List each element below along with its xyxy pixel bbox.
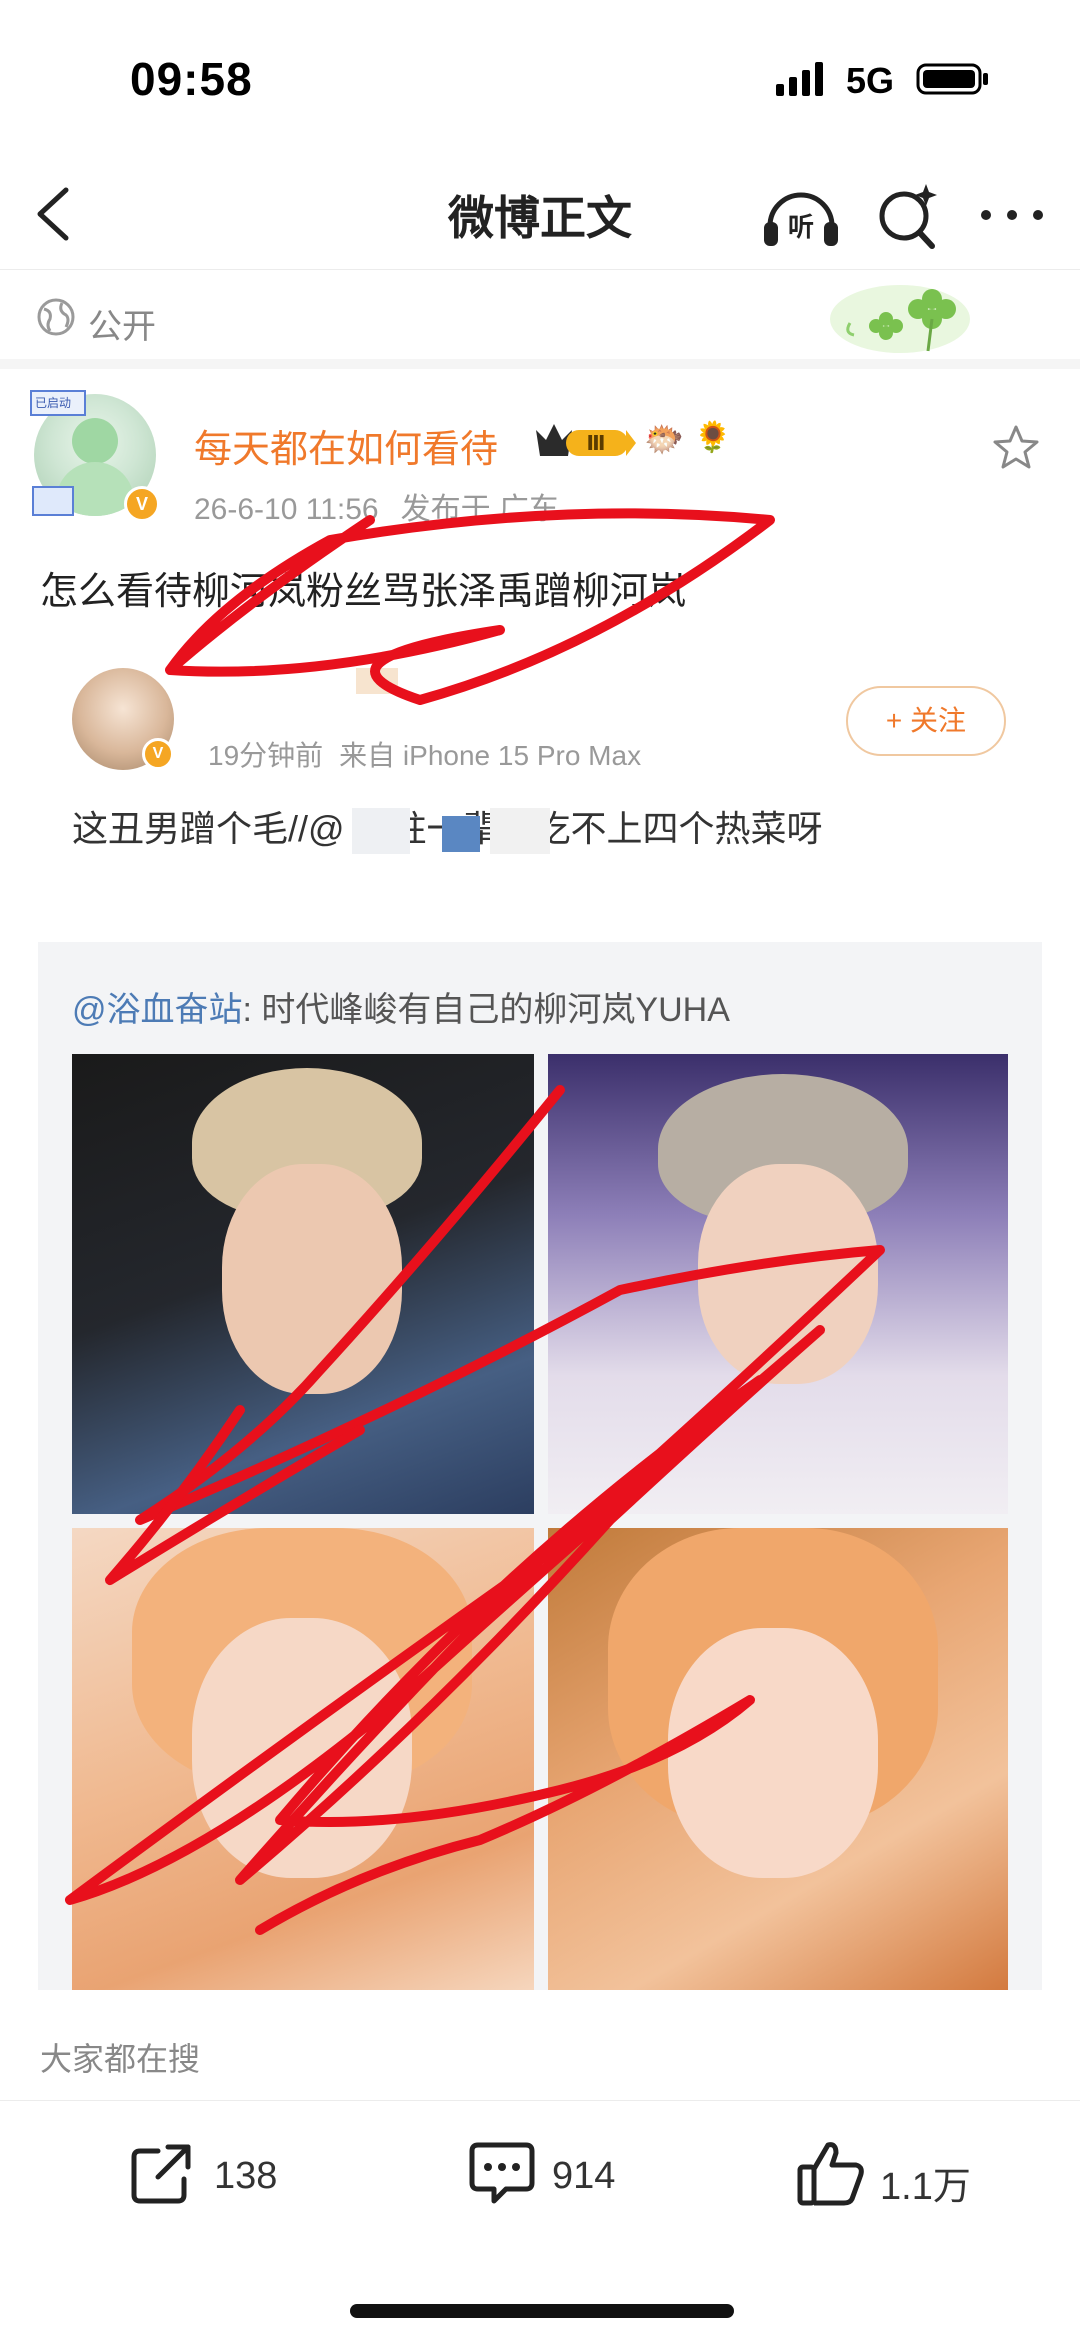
- vip-level-label: Ⅲ: [587, 431, 606, 455]
- visibility-label: 公开: [88, 308, 156, 346]
- avatar-head-shape: [72, 418, 118, 464]
- favorite-star-icon[interactable]: [990, 422, 1042, 474]
- post-body-text: 怎么看待柳河岚粉丝骂张泽禹蹭柳河岚: [40, 571, 687, 613]
- comment-icon: [469, 2142, 535, 2204]
- photo-face-shape: [192, 1618, 412, 1878]
- weibo-post-page: 09:58 5G 微博正文 听 公开 已启动 V 每天都在如何看待 Ⅲ 🐡 🌻 …: [0, 0, 1080, 2341]
- avatar-dialog-graphic: [32, 486, 74, 516]
- photo-3: [72, 1528, 534, 1990]
- vip-level-badge-icon: Ⅲ: [536, 424, 636, 456]
- photo-2: [548, 1054, 1008, 1514]
- listen-glyph: 听: [788, 213, 814, 243]
- repost-time: 19分钟前: [208, 740, 324, 771]
- nav-bar: 微博正文 听: [0, 160, 1080, 270]
- post-date: 26-6-10 11:56: [194, 493, 379, 526]
- thumbs-up-icon: [797, 2142, 864, 2206]
- quoted-mention: @浴血奋站: [72, 991, 243, 1029]
- repost-verified-badge-icon: V: [142, 738, 174, 770]
- home-indicator[interactable]: [350, 2304, 734, 2318]
- action-bar: 138 914 1.1万: [0, 2100, 1080, 2250]
- repost-name-redaction: [356, 668, 398, 694]
- visibility-row: 公开: [0, 271, 1080, 369]
- redaction-block: [352, 808, 410, 854]
- verified-badge-icon: V: [124, 486, 160, 522]
- more-options-icon[interactable]: [976, 190, 1048, 240]
- globe-icon: [37, 298, 75, 336]
- post-location: 发布于 广东: [400, 493, 559, 526]
- repost-text: 这丑男蹭个毛//@ 高柱一辈子吃不上四个热菜呀: [72, 808, 823, 849]
- photo-face-shape: [698, 1164, 878, 1384]
- repost-source: 来自 iPhone 15 Pro Max: [339, 740, 642, 771]
- follow-button: + 关注: [846, 686, 1006, 756]
- fish-emoji-icon: 🐡: [644, 421, 684, 457]
- search-icon[interactable]: [872, 178, 942, 252]
- like-count: 1.1万: [880, 2166, 971, 2208]
- quoted-text: : 时代峰峻有自己的柳河岚YUHA: [242, 991, 730, 1029]
- sunflower-emoji-icon: 🌻: [694, 421, 732, 454]
- network-label: 5G: [846, 60, 895, 101]
- status-time: 09:58: [130, 53, 253, 105]
- photo-4: [548, 1528, 1008, 1990]
- post-meta: 26-6-10 11:56 发布于 广东: [194, 484, 581, 528]
- author-avatar[interactable]: 已启动 V: [30, 390, 160, 522]
- author-name[interactable]: 每天都在如何看待: [194, 418, 498, 473]
- status-bar: 09:58 5G: [0, 0, 1080, 160]
- battery-icon: [916, 63, 988, 95]
- trending-label[interactable]: 大家都在搜: [40, 2034, 200, 2080]
- headphones-listen-icon[interactable]: 听: [760, 178, 842, 252]
- avatar-window-graphic: 已启动: [30, 390, 86, 416]
- share-icon: [131, 2144, 191, 2204]
- photo-face-shape: [222, 1164, 402, 1394]
- photo-1: [72, 1054, 534, 1514]
- share-count: 138: [214, 2155, 278, 2197]
- quoted-post-text: @浴血奋站: 时代峰峻有自己的柳河岚YUHA: [72, 982, 730, 1031]
- redaction-block: [490, 808, 550, 854]
- repost-meta: 19分钟前 来自 iPhone 15 Pro Max: [208, 734, 657, 774]
- clover-decoration-icon: [830, 285, 970, 353]
- redaction-block: [442, 816, 480, 852]
- comment-count: 914: [552, 2155, 616, 2197]
- signal-icon: [776, 62, 823, 96]
- photo-face-shape: [668, 1628, 878, 1878]
- quoted-post-card: @浴血奋站: 时代峰峻有自己的柳河岚YUHA: [38, 942, 1042, 1990]
